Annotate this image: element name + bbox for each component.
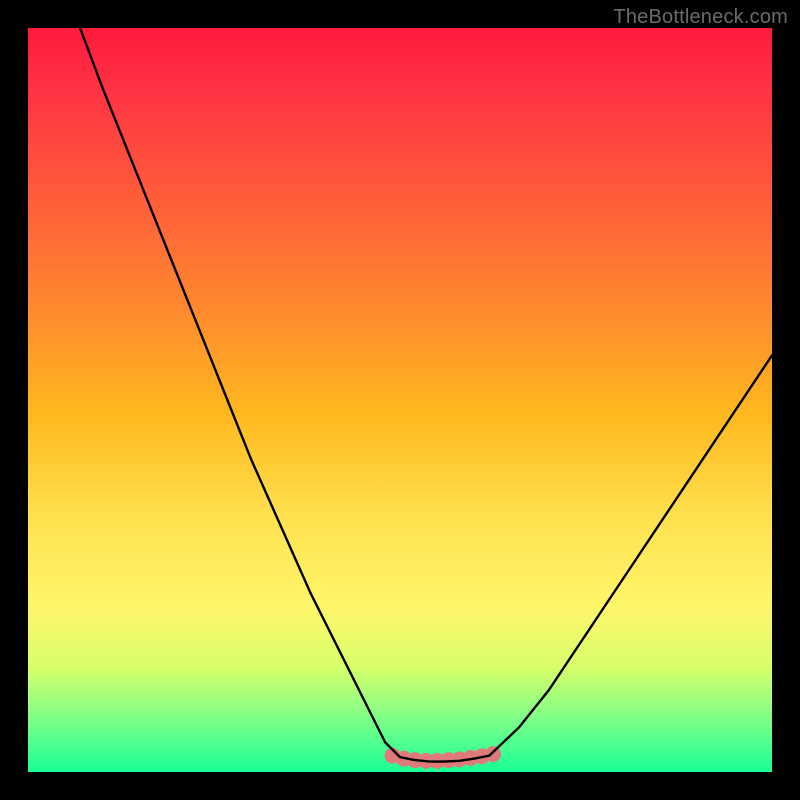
watermark-text: TheBottleneck.com [613,6,788,29]
bottleneck-curve [80,28,772,762]
chart-svg [28,28,772,772]
chart-frame: TheBottleneck.com [0,0,800,800]
plot-area [28,28,772,772]
valley-dot [485,746,501,762]
